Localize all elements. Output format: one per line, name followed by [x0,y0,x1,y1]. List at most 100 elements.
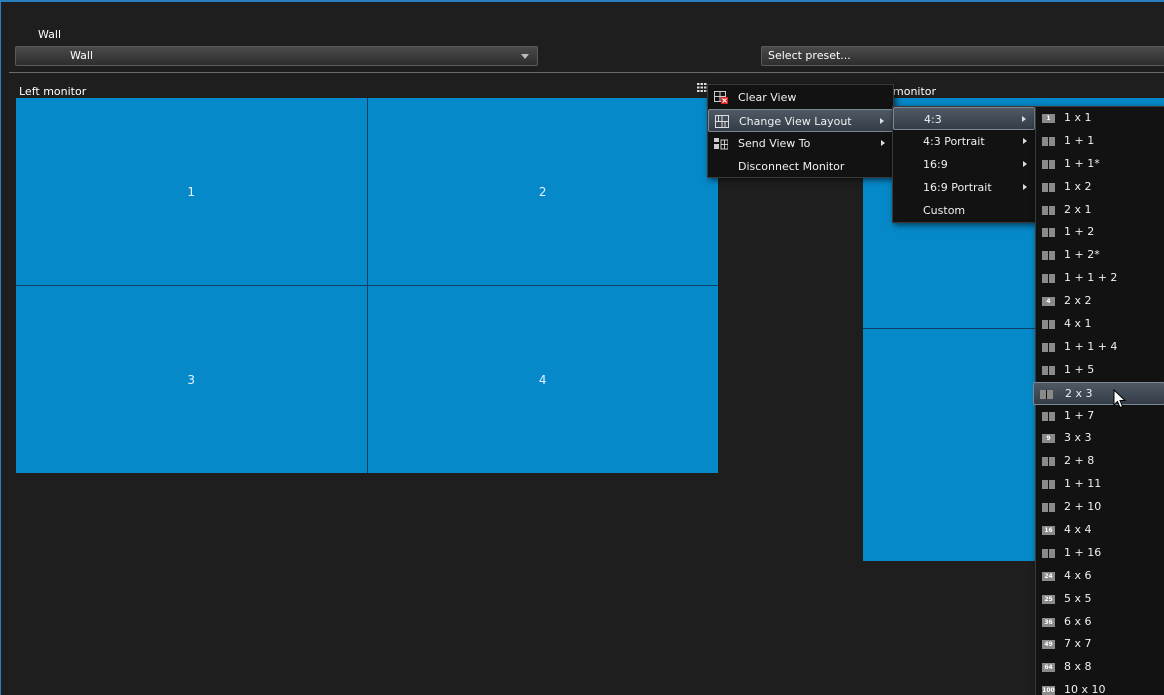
view-tile[interactable]: 4 [367,286,718,473]
layout-option-label: 6 x 6 [1064,614,1092,628]
layout-option[interactable]: 1 + 5 [1036,359,1164,382]
menu-item-label: Custom [923,204,966,217]
layout-option[interactable]: 100 10 x 10 [1036,679,1164,695]
layout-option[interactable]: 49 7 x 7 [1036,633,1164,656]
menu-item-label: 4:3 [924,113,942,126]
layout-preview-icon: 9 [1042,434,1055,444]
layout-preview-icon [1042,205,1055,215]
layout-option[interactable]: 4 2 x 2 [1036,290,1164,313]
layout-option[interactable]: 4 x 1 [1036,313,1164,336]
menu-item-16-9-portrait[interactable]: 16:9 Portrait [893,176,1035,199]
layout-option[interactable]: 25 5 x 5 [1036,588,1164,611]
clear-view-icon [714,91,728,104]
view-tile[interactable]: 3 [16,286,367,473]
layout-option[interactable]: 1 + 16 [1036,542,1164,565]
layout-submenu: 1 1 x 1 1 + 1 1 + 1* 1 x 2 2 x 1 1 + 2 1 + 2* 1 … [1033,106,1164,695]
layout-option-label: 1 + 2 [1064,225,1095,239]
menu-item-disconnect-monitor[interactable]: Disconnect Monitor [708,155,893,178]
header-divider [9,72,1164,73]
layout-option-label: 1 + 1 + 4 [1064,339,1118,353]
layout-option[interactable]: 16 4 x 4 [1036,519,1164,542]
menu-item-label: 16:9 Portrait [923,181,992,194]
monitor-context-menu: Clear View Change View Layout Send View … [707,84,894,178]
layout-preview-icon: 100 [1042,686,1055,695]
layout-option-label: 7 x 7 [1064,637,1092,651]
send-view-icon [714,138,728,150]
menu-item-4-3-portrait[interactable]: 4:3 Portrait [893,130,1035,153]
layout-preview-icon [1042,480,1055,490]
right-monitor-label: monitor [893,85,937,98]
change-layout-icon [715,115,729,128]
layout-option-label: 1 + 1 [1064,133,1095,147]
layout-option-label: 2 + 10 [1064,500,1102,514]
menu-item-label: Clear View [738,91,797,104]
menu-item-label: 16:9 [923,158,948,171]
layout-preview-icon: 16 [1042,526,1055,536]
layout-option-label: 1 + 5 [1064,362,1095,376]
layout-option-label: 1 + 7 [1064,408,1095,422]
layout-preview-icon [1042,342,1055,352]
view-tile[interactable]: 2 [367,98,718,285]
layout-option[interactable]: 1 x 2 [1036,176,1164,199]
layout-option[interactable]: 1 + 1 + 2 [1036,267,1164,290]
layout-option[interactable]: 1 + 2 [1036,221,1164,244]
menu-item-4-3[interactable]: 4:3 [893,107,1035,130]
menu-item-change-view-layout[interactable]: Change View Layout [708,109,893,132]
layout-option-label: 5 x 5 [1064,591,1092,605]
layout-option[interactable]: 24 4 x 6 [1036,565,1164,588]
layout-preview-icon [1040,389,1053,399]
submenu-arrow-icon [1023,138,1027,144]
submenu-arrow-icon [1022,116,1026,122]
app-window: Wall Wall Select preset... Left monitor … [0,0,1164,695]
layout-option[interactable]: 1 + 11 [1036,473,1164,496]
layout-option[interactable]: 2 x 3 [1033,381,1164,405]
layout-preview-icon: 36 [1042,617,1055,627]
layout-option-label: 4 x 6 [1064,568,1092,582]
layout-preview-icon: 64 [1042,663,1055,673]
menu-item-send-view-to[interactable]: Send View To [708,132,893,155]
layout-preview-icon [1042,457,1055,467]
menu-item-label: Send View To [738,137,811,150]
menu-item-label: 4:3 Portrait [923,135,985,148]
layout-option[interactable]: 64 8 x 8 [1036,656,1164,679]
layout-preview-icon: 1 [1042,114,1055,123]
layout-option-label: 2 x 1 [1064,202,1092,216]
layout-grid-icon[interactable] [697,83,707,92]
submenu-arrow-icon [1023,161,1027,167]
menu-item-label: Change View Layout [739,115,852,128]
layout-preview-icon [1042,411,1055,421]
layout-preview-icon [1042,159,1055,169]
preset-select-placeholder: Select preset... [768,49,851,62]
view-tile[interactable]: 1 [16,98,367,285]
layout-preview-icon: 25 [1042,594,1055,604]
layout-preview-icon [1042,548,1055,558]
layout-option-label: 10 x 10 [1064,683,1106,695]
preset-select[interactable]: Select preset... [761,46,1164,66]
submenu-arrow-icon [880,118,884,124]
layout-option-label: 2 + 8 [1064,454,1095,468]
layout-option[interactable]: 1 1 x 1 [1036,107,1164,130]
submenu-arrow-icon [881,140,885,146]
layout-option[interactable]: 36 6 x 6 [1036,611,1164,634]
layout-option[interactable]: 1 + 7 [1036,405,1164,428]
layout-option[interactable]: 9 3 x 3 [1036,427,1164,450]
layout-preview-icon [1042,182,1055,192]
layout-preview-icon: 4 [1042,297,1055,307]
layout-preview-icon [1042,320,1055,330]
layout-option[interactable]: 1 + 1 + 4 [1036,336,1164,359]
mouse-cursor-icon [1113,389,1127,409]
wall-select-value: Wall [70,49,94,62]
layout-option[interactable]: 1 + 2* [1036,244,1164,267]
layout-option[interactable]: 2 + 8 [1036,450,1164,473]
layout-preview-icon [1042,274,1055,284]
menu-item-clear-view[interactable]: Clear View [708,86,893,109]
menu-item-16-9[interactable]: 16:9 [893,153,1035,176]
layout-option[interactable]: 1 + 1* [1036,153,1164,176]
layout-option[interactable]: 2 + 10 [1036,496,1164,519]
wall-select[interactable]: Wall [15,46,538,66]
layout-option[interactable]: 1 + 1 [1036,130,1164,153]
layout-option-label: 1 + 1* [1064,156,1100,170]
layout-option-label: 3 x 3 [1064,431,1092,445]
menu-item-custom[interactable]: Custom [893,199,1035,222]
layout-option[interactable]: 2 x 1 [1036,199,1164,222]
